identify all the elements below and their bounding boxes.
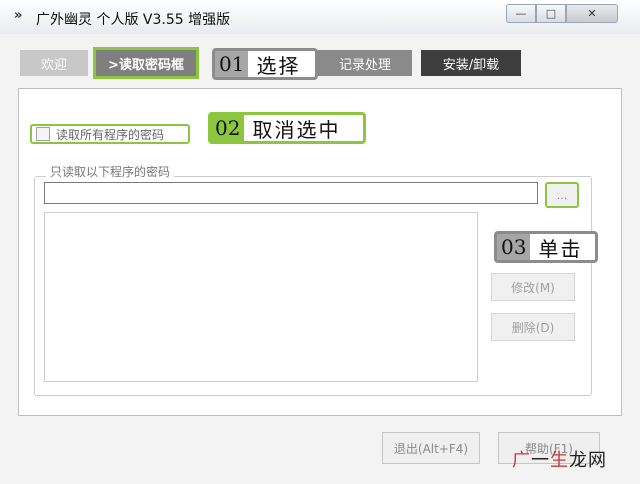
tab-read-password[interactable]: >读取密码框 [93,47,199,79]
program-list[interactable] [44,212,478,382]
watermark-part3: 生 [550,450,569,471]
callout-label: 单击 [530,234,591,261]
watermark-part4: 龙网 [569,450,607,471]
delete-button[interactable]: 删除(D) [491,313,575,341]
minimize-icon: — [515,7,527,20]
tab-install-uninstall[interactable]: 安装/卸载 [421,50,521,76]
modify-button[interactable]: 修改(M) [491,273,575,301]
close-icon: ✕ [587,7,597,20]
callout-step-3: 03 单击 [494,231,598,263]
app-window: » 广外幽灵 个人版 V3.55 增强版 — □ ✕ 欢迎 >读取密码框 记录处… [0,0,640,484]
callout-number: 02 [211,115,245,141]
callout-label: 选择 [248,51,309,78]
tab-welcome[interactable]: 欢迎 [20,50,88,76]
maximize-button[interactable]: □ [536,4,566,23]
watermark-part2: 一 [531,450,550,471]
read-all-label: 读取所有程序的密码 [56,127,165,142]
title-bar[interactable]: » 广外幽灵 个人版 V3.55 增强版 — □ ✕ [0,0,640,34]
callout-label: 取消选中 [244,115,349,142]
site-watermark: 广一生龙网 [512,446,607,472]
browse-button[interactable]: ... [545,182,579,208]
app-logo-icon: » [14,8,23,23]
window-controls: — □ ✕ [506,4,630,24]
group-legend: 只读取以下程序的密码 [46,163,175,180]
exit-button[interactable]: 退出(Alt+F4) [382,432,480,464]
callout-step-2: 02 取消选中 [208,112,366,144]
callout-step-1: 01 选择 [212,48,318,80]
close-button[interactable]: ✕ [566,4,618,23]
read-all-checkbox-row[interactable]: 读取所有程序的密码 [30,124,190,144]
callout-number: 01 [215,51,249,77]
minimize-button[interactable]: — [506,4,536,23]
window-title: 广外幽灵 个人版 V3.55 增强版 [36,12,231,28]
watermark-part1: 广 [512,450,531,471]
tab-records[interactable]: 记录处理 [318,50,412,76]
callout-number: 03 [497,234,531,260]
maximize-icon: □ [545,7,557,20]
program-path-input[interactable] [44,182,538,204]
read-all-checkbox[interactable] [36,127,50,141]
